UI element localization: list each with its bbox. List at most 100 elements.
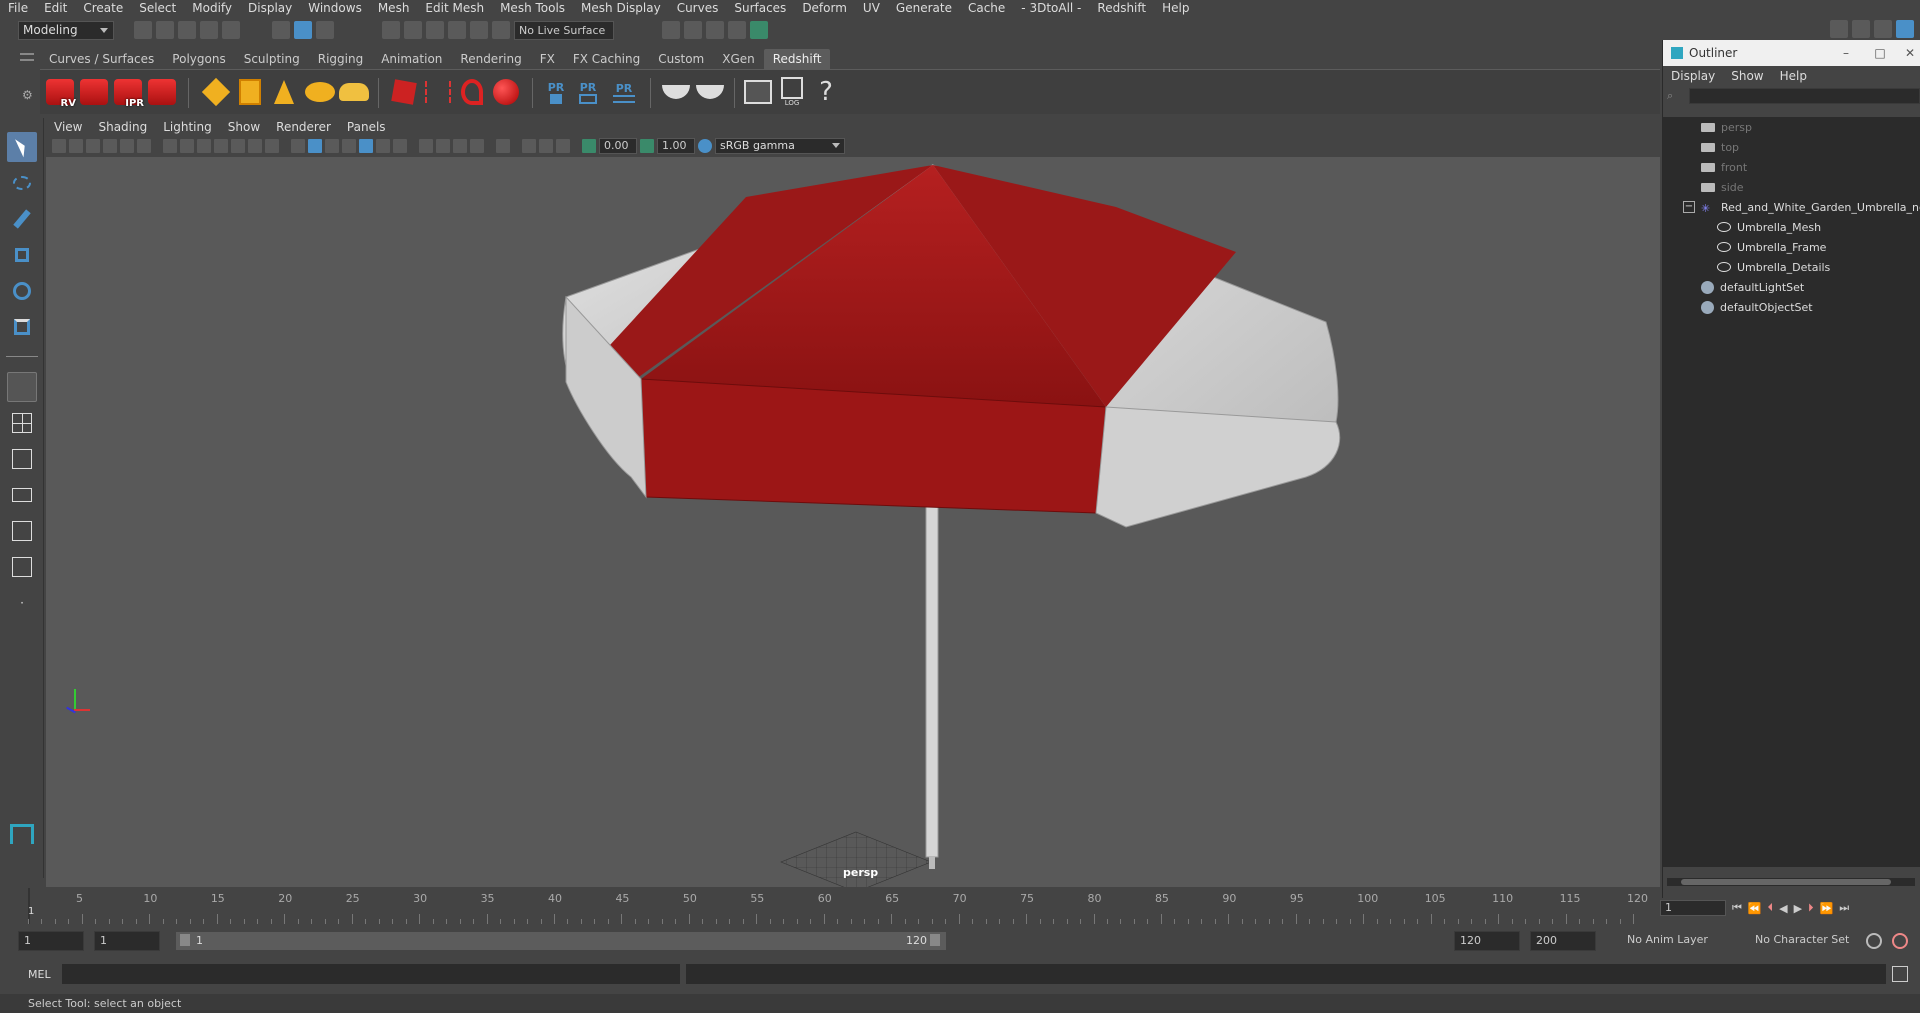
default-material-icon[interactable] xyxy=(325,139,339,153)
redo-icon[interactable] xyxy=(222,21,240,39)
shelf-settings-icon[interactable]: ⚙ xyxy=(22,88,33,102)
menu-item-curves[interactable]: Curves xyxy=(669,1,727,15)
outliner-search-input[interactable] xyxy=(1689,88,1920,104)
shelf-tab-curves-surfaces[interactable]: Curves / Surfaces xyxy=(40,49,163,69)
render-frame-icon[interactable] xyxy=(662,21,680,39)
outliner-item[interactable]: top xyxy=(1701,137,1739,157)
outliner-menu-help[interactable]: Help xyxy=(1772,69,1815,83)
multisample-aa-icon[interactable] xyxy=(453,139,467,153)
outliner-item[interactable]: ✳ Red_and_White_Garden_Umbrella_nc xyxy=(1701,197,1920,217)
textured-icon[interactable] xyxy=(359,139,373,153)
grease-pencil-icon[interactable] xyxy=(137,139,151,153)
menu-item-help[interactable]: Help xyxy=(1154,1,1197,15)
rotate-tool-icon[interactable] xyxy=(7,276,37,306)
toggle-attribute-editor-icon[interactable] xyxy=(1896,20,1914,38)
menu-item-display[interactable]: Display xyxy=(240,1,300,15)
step-back-key-icon[interactable]: ⏪ xyxy=(1748,902,1762,915)
outliner-item[interactable]: defaultLightSet xyxy=(1701,277,1804,297)
close-icon[interactable]: ✕ xyxy=(1900,46,1920,60)
more-layouts-icon[interactable]: · xyxy=(7,588,37,618)
rs-portal-light-button[interactable] xyxy=(234,76,266,108)
select-tool-icon[interactable] xyxy=(7,132,37,162)
use-lights-icon[interactable] xyxy=(376,139,390,153)
anim-prefs-icon[interactable] xyxy=(1866,933,1882,949)
gamma-field[interactable]: 1.00 xyxy=(657,138,695,154)
graph-layout-icon[interactable] xyxy=(7,516,37,546)
rs-ies-light-button[interactable] xyxy=(268,76,300,108)
menu-item-windows[interactable]: Windows xyxy=(300,1,370,15)
select-object-icon[interactable] xyxy=(294,21,312,39)
rs-settings-button[interactable] xyxy=(146,76,178,108)
pr-button-2[interactable]: PR xyxy=(572,76,604,108)
rs-material-button[interactable] xyxy=(660,76,692,108)
filter-icon[interactable]: ⌕ xyxy=(1667,89,1673,103)
motion-blur-icon[interactable] xyxy=(436,139,450,153)
range-slider[interactable]: 1 120 xyxy=(176,932,946,950)
screen-space-ao-icon[interactable] xyxy=(419,139,433,153)
go-to-end-icon[interactable]: ⏭ xyxy=(1839,901,1849,915)
undo-icon[interactable] xyxy=(200,21,218,39)
menu-item-file[interactable]: File xyxy=(0,1,36,15)
panel-menu-show[interactable]: Show xyxy=(220,120,268,134)
isolate-select-icon[interactable] xyxy=(496,139,510,153)
minimize-icon[interactable]: – xyxy=(1832,46,1860,60)
2d-pan-zoom-icon[interactable] xyxy=(120,139,134,153)
snap-ortho-icon[interactable] xyxy=(492,21,510,39)
camera-attributes-icon[interactable] xyxy=(69,139,83,153)
play-backward-icon[interactable]: ◀ xyxy=(1779,902,1787,915)
view-transform-dropdown[interactable]: sRGB gamma xyxy=(715,138,845,154)
outliner-item[interactable]: persp xyxy=(1701,117,1752,137)
menu-item-edit[interactable]: Edit xyxy=(36,1,75,15)
film-gate-icon[interactable] xyxy=(180,139,194,153)
exposure-icon[interactable] xyxy=(582,139,596,153)
play-forward-icon[interactable]: ▶ xyxy=(1794,902,1802,915)
outliner-item[interactable]: side xyxy=(1701,177,1744,197)
ipr-render-icon[interactable] xyxy=(706,21,724,39)
shelf-tab-custom[interactable]: Custom xyxy=(649,49,713,69)
rs-batch-render-button[interactable] xyxy=(78,76,110,108)
field-chart-icon[interactable] xyxy=(231,139,245,153)
maximize-icon[interactable]: □ xyxy=(1866,46,1894,60)
panel-menu-panels[interactable]: Panels xyxy=(339,120,394,134)
safe-action-icon[interactable] xyxy=(248,139,262,153)
command-input[interactable] xyxy=(62,964,680,984)
outliner-item[interactable]: defaultObjectSet xyxy=(1701,297,1813,317)
gate-mask-icon[interactable] xyxy=(214,139,228,153)
xray-icon[interactable] xyxy=(522,139,536,153)
pr-button-1[interactable]: PR xyxy=(540,76,572,108)
rs-log-button[interactable]: LOG xyxy=(776,76,808,108)
hypershade-icon[interactable] xyxy=(750,21,768,39)
open-scene-icon[interactable] xyxy=(156,21,174,39)
rs-ipr-button[interactable]: IPR xyxy=(112,76,144,109)
menu-item-mesh[interactable]: Mesh xyxy=(370,1,418,15)
rs-script-button[interactable] xyxy=(742,76,774,108)
outliner-scroll-thumb[interactable] xyxy=(1681,879,1891,885)
menu-item-generate[interactable]: Generate xyxy=(888,1,960,15)
menu-item-surfaces[interactable]: Surfaces xyxy=(726,1,794,15)
shelf-tab-rigging[interactable]: Rigging xyxy=(309,49,372,69)
wireframe-icon[interactable] xyxy=(291,139,305,153)
shadows-icon[interactable] xyxy=(393,139,407,153)
rs-curve-button[interactable] xyxy=(456,76,488,108)
live-surface-field[interactable]: No Live Surface xyxy=(514,20,614,40)
safe-title-icon[interactable] xyxy=(265,139,279,153)
image-plane-icon[interactable] xyxy=(103,139,117,153)
shelf-tab-polygons[interactable]: Polygons xyxy=(163,49,234,69)
playback-start-field[interactable]: 1 xyxy=(94,931,160,951)
menu-item-select[interactable]: Select xyxy=(131,1,184,15)
outliner-menu-display[interactable]: Display xyxy=(1663,69,1723,83)
snap-curve-icon[interactable] xyxy=(404,21,422,39)
perspective-viewport[interactable] xyxy=(46,157,1660,887)
pr-button-3[interactable]: PR xyxy=(608,76,640,108)
menu-item-redshift[interactable]: Redshift xyxy=(1089,1,1154,15)
rs-proxy-button[interactable] xyxy=(388,76,420,108)
outliner-item[interactable]: Umbrella_Mesh xyxy=(1717,217,1821,237)
rs-area-light-button[interactable] xyxy=(200,76,232,108)
shelf-tab-xgen[interactable]: XGen xyxy=(713,49,764,69)
gamma-icon[interactable] xyxy=(640,139,654,153)
rs-dome-light-button[interactable] xyxy=(304,76,336,108)
current-frame-field[interactable]: 1 xyxy=(1660,900,1726,916)
outliner-item[interactable]: front xyxy=(1701,157,1747,177)
scene-end-field[interactable]: 200 xyxy=(1530,931,1596,951)
menu-item-3dtoall[interactable]: - 3DtoAll - xyxy=(1013,1,1089,15)
